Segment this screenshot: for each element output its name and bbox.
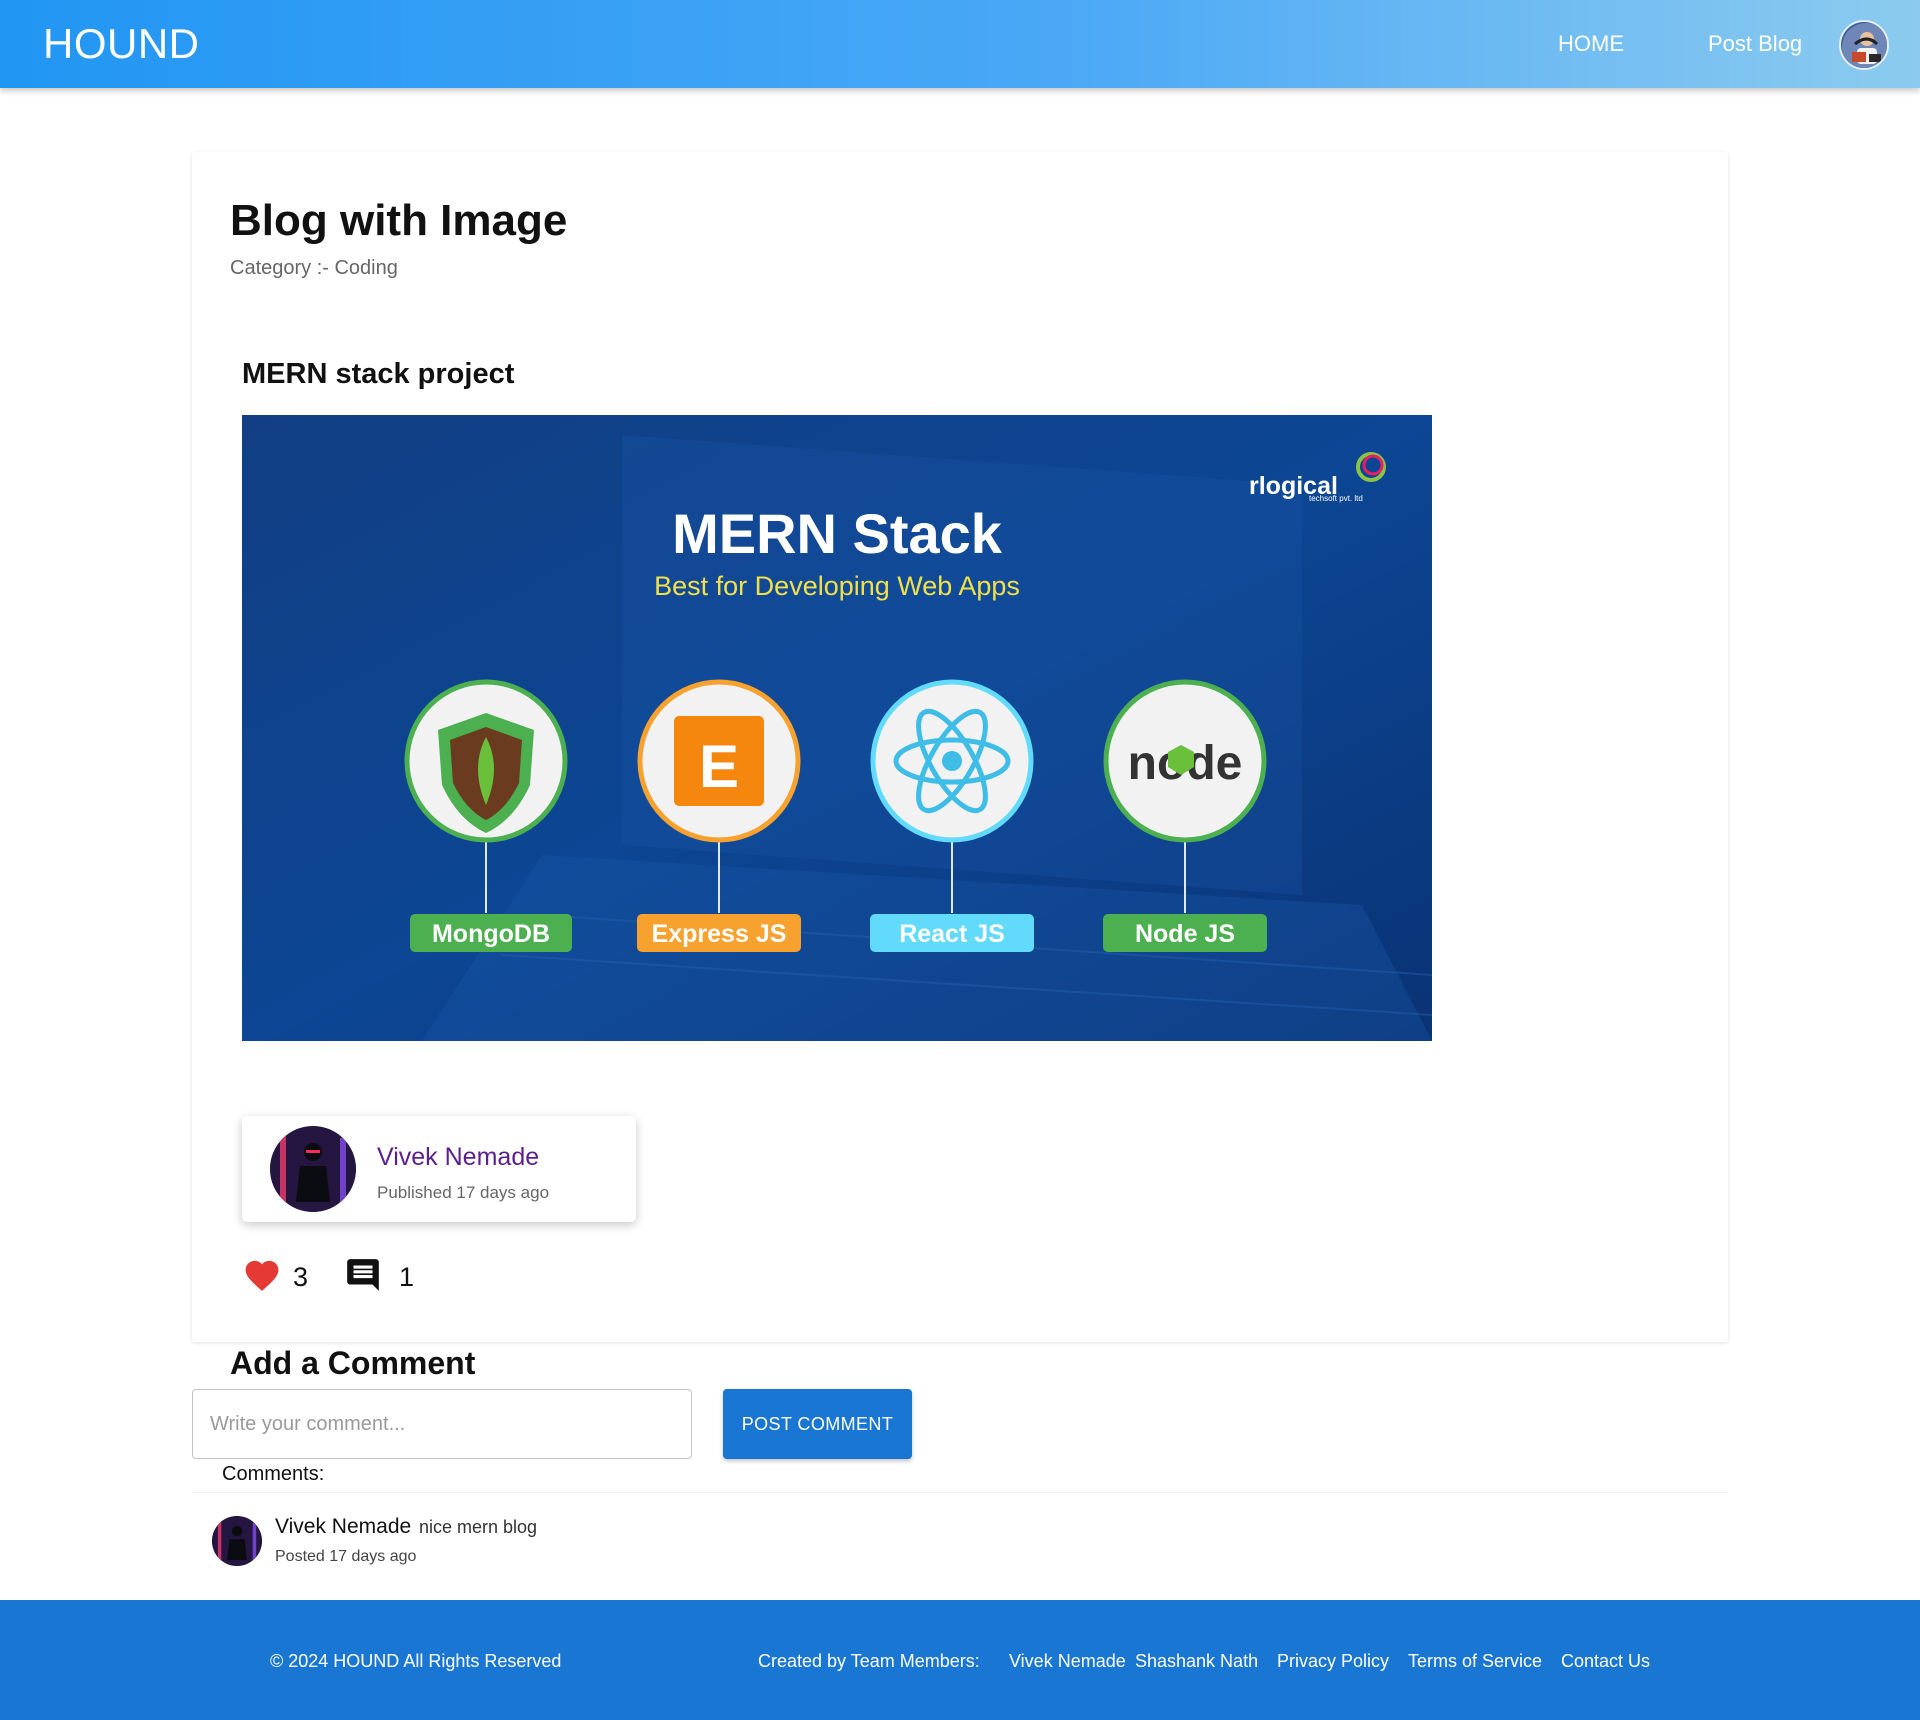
comments-label: Comments:	[222, 1463, 325, 1485]
comment-item: Vivek Nemade nice mern blog Posted 17 da…	[192, 1492, 1728, 1598]
footer: © 2024 HOUND All Rights Reserved Created…	[0, 1600, 1920, 1720]
top-navbar: HOUND HOME Post Blog	[0, 0, 1920, 88]
banner-label-react: React JS	[899, 920, 1005, 948]
brand-logo[interactable]: HOUND	[43, 20, 200, 68]
author-avatar[interactable]	[270, 1126, 356, 1212]
comment-author[interactable]: Vivek Nemade	[275, 1515, 411, 1539]
footer-privacy-link[interactable]: Privacy Policy	[1277, 1651, 1389, 1672]
comment-text: nice mern blog	[419, 1517, 538, 1537]
post-comment-button[interactable]: POST COMMENT	[723, 1389, 912, 1459]
footer-contact-link[interactable]: Contact Us	[1561, 1651, 1650, 1672]
comment-author-avatar[interactable]	[212, 1516, 262, 1566]
blog-card: Blog with Image Category :- Coding MERN …	[192, 152, 1728, 1342]
footer-terms-link[interactable]: Terms of Service	[1408, 1651, 1542, 1672]
footer-member-link[interactable]: Shashank Nath	[1135, 1651, 1258, 1672]
nav-post-blog-link[interactable]: Post Blog	[1708, 31, 1802, 57]
like-count: 3	[293, 1262, 309, 1292]
banner-label-mongodb: MongoDB	[432, 920, 550, 948]
footer-created-by: Created by Team Members:	[758, 1651, 980, 1671]
author-name[interactable]: Vivek Nemade	[377, 1143, 539, 1172]
like-heart-icon[interactable]	[242, 1256, 282, 1292]
post-heading: MERN stack project	[242, 358, 515, 390]
banner-title: MERN Stack	[672, 502, 1003, 565]
comment-input[interactable]	[192, 1389, 692, 1459]
banner-label-node: Node JS	[1135, 920, 1235, 948]
banner-logo-sub: techsoft pvt. ltd	[1309, 494, 1363, 503]
banner-label-express: Express JS	[652, 920, 787, 948]
comment-count: 1	[399, 1262, 415, 1292]
post-category: Category :- Coding	[230, 257, 398, 279]
nav-home-link[interactable]: HOME	[1558, 31, 1624, 57]
banner-subtitle: Best for Developing Web Apps	[654, 571, 1020, 601]
footer-member-link[interactable]: Vivek Nemade	[1009, 1651, 1126, 1672]
add-comment-title: Add a Comment	[230, 1345, 476, 1381]
author-card: Vivek Nemade Published 17 days ago	[242, 1116, 636, 1222]
comment-time: Posted 17 days ago	[275, 1548, 417, 1565]
svg-text:E: E	[699, 733, 739, 800]
published-time: Published 17 days ago	[377, 1183, 550, 1202]
user-avatar-icon[interactable]	[1839, 20, 1889, 70]
page-title: Blog with Image	[230, 196, 568, 245]
post-banner-image: rlogical techsoft pvt. ltd MERN Stack Be…	[242, 415, 1432, 1041]
footer-copyright: © 2024 HOUND All Rights Reserved	[270, 1651, 562, 1671]
comment-icon[interactable]	[344, 1256, 382, 1294]
